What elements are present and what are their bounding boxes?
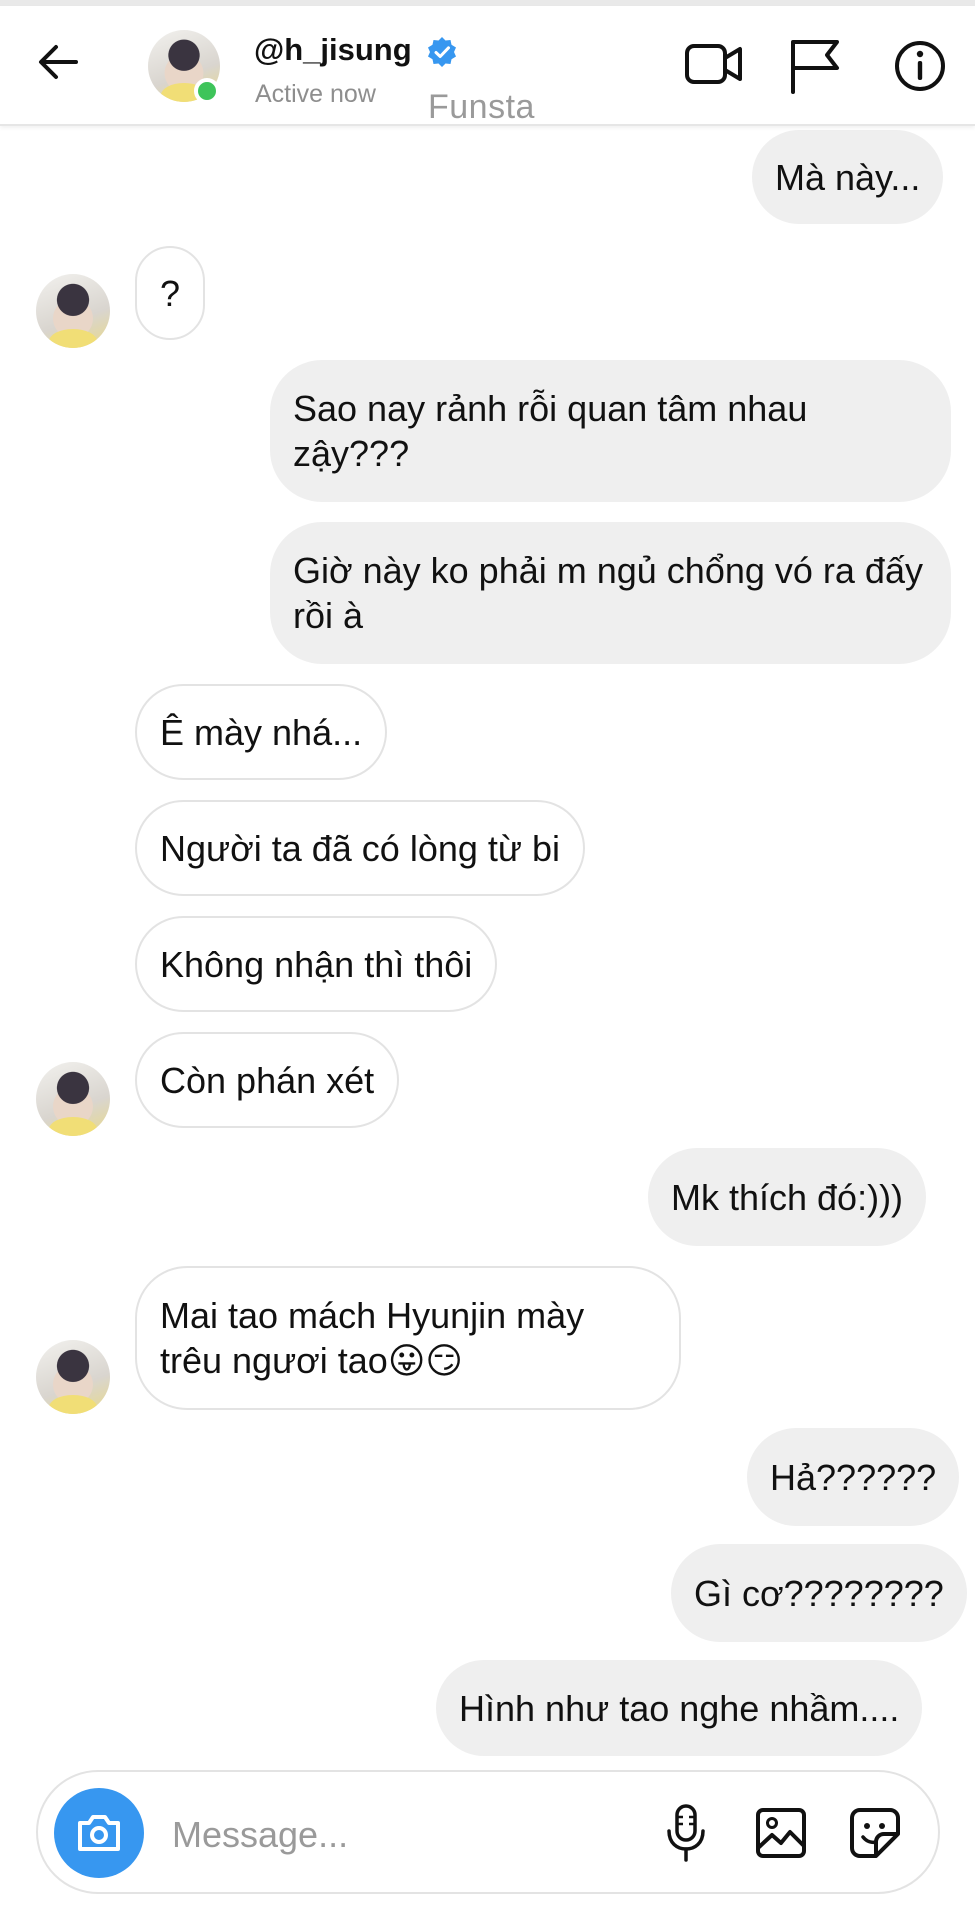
message-bubble-incoming[interactable]: Người ta đã có lòng từ bi (135, 800, 586, 896)
video-call-button[interactable] (682, 36, 746, 92)
message-bubble-incoming[interactable]: Ê mày nhá... (135, 684, 388, 780)
message-bubble-outgoing[interactable]: Hình như tao nghe nhầm.... (436, 1660, 923, 1756)
message-bubble-incoming[interactable]: Không nhận thì thôi (135, 916, 498, 1012)
contact-username[interactable]: @h_jisung (254, 32, 412, 68)
message-thread[interactable]: Mà này... ? Sao nay rảnh rỗi quan tâm nh… (0, 0, 975, 1760)
sender-avatar[interactable] (36, 1062, 110, 1136)
camera-icon (78, 1815, 120, 1851)
microphone-icon (667, 1804, 705, 1862)
camera-button[interactable] (54, 1788, 144, 1878)
message-composer (36, 1770, 940, 1894)
back-arrow-icon (39, 45, 78, 79)
report-button[interactable] (784, 36, 846, 96)
message-bubble-outgoing[interactable]: Mk thích đó:))) (648, 1148, 927, 1246)
verified-badge-icon (428, 37, 456, 67)
gallery-icon (756, 1808, 806, 1858)
sender-avatar[interactable] (36, 274, 110, 348)
flag-icon (791, 40, 839, 94)
video-call-icon (685, 44, 742, 84)
chat-header: @h_jisung Active now Funsta (0, 6, 975, 126)
message-bubble-outgoing[interactable]: Mà này... (752, 130, 944, 224)
message-input[interactable] (170, 1806, 534, 1864)
funsta-label: Funsta (428, 88, 535, 126)
gallery-button[interactable] (750, 1800, 812, 1866)
info-icon (895, 41, 945, 91)
back-button[interactable] (30, 34, 86, 90)
voice-message-button[interactable] (658, 1800, 714, 1866)
message-bubble-outgoing[interactable]: Gì cơ???????? (671, 1544, 967, 1642)
sticker-icon (850, 1808, 900, 1858)
message-bubble-incoming[interactable]: Còn phán xét (135, 1032, 400, 1128)
sender-avatar[interactable] (36, 1340, 110, 1414)
message-bubble-outgoing[interactable]: Giờ này ko phải m ngủ chổng vó ra đấy rồ… (270, 522, 951, 664)
info-button[interactable] (890, 36, 950, 96)
sticker-button[interactable] (844, 1800, 906, 1866)
message-bubble-outgoing[interactable]: Hả?????? (747, 1428, 960, 1526)
online-indicator (194, 78, 220, 104)
message-bubble-incoming[interactable]: ? (135, 246, 206, 340)
message-bubble-outgoing[interactable]: Sao nay rảnh rỗi quan tâm nhau zậy??? (270, 360, 951, 502)
message-bubble-incoming[interactable]: Mai tao mách Hyunjin mày trêu ngươi tao😛… (135, 1266, 681, 1410)
active-status: Active now (255, 80, 376, 108)
